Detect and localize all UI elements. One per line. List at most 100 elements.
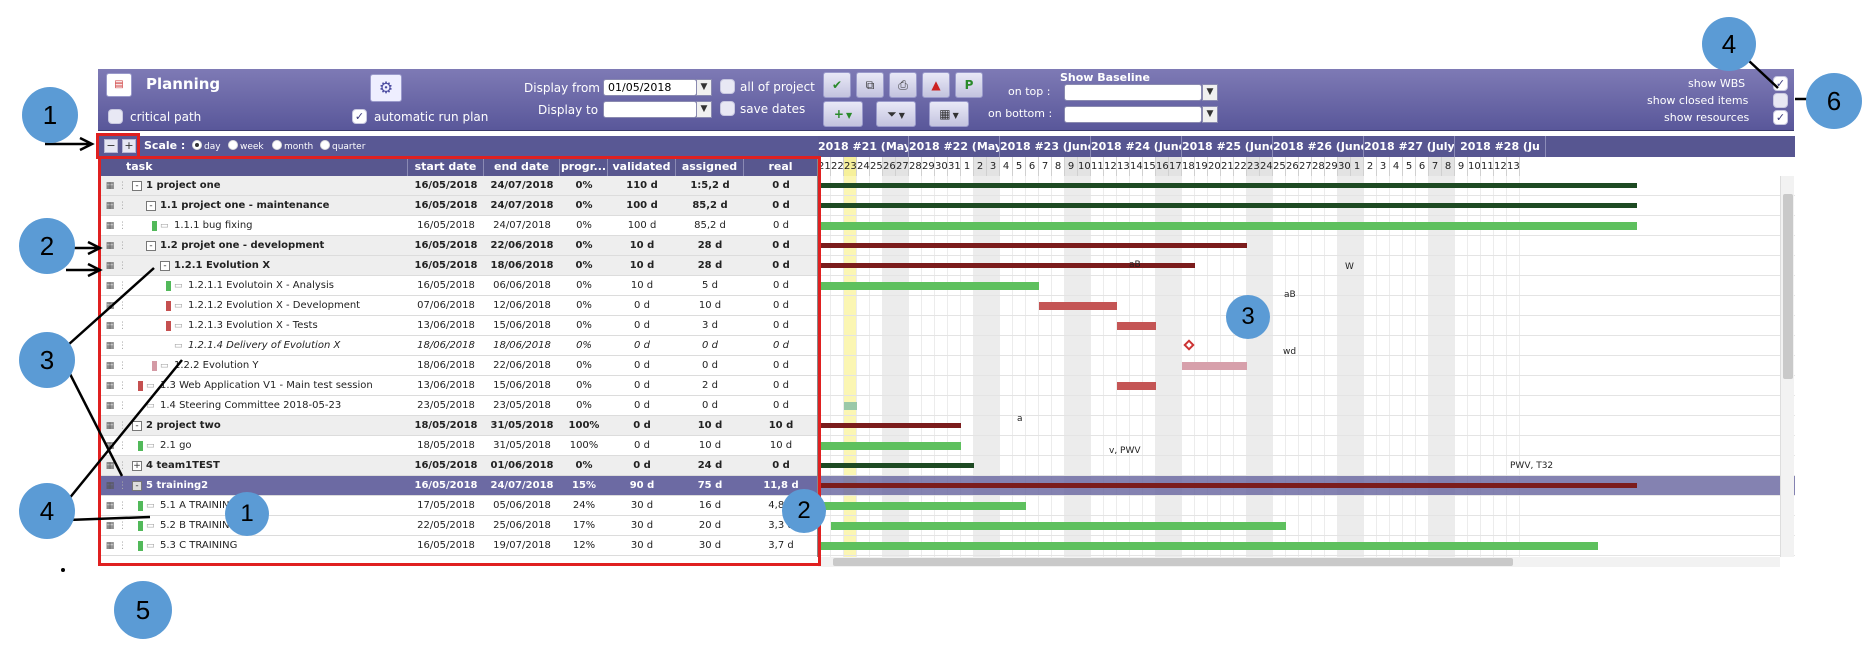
gantt-bar[interactable] <box>831 522 1286 530</box>
gantt-bar[interactable] <box>818 502 1026 510</box>
day-header: 12 <box>1104 157 1117 176</box>
gantt-row <box>818 336 1795 356</box>
annotation-dot <box>61 568 65 572</box>
day-header: 4 <box>1390 157 1403 176</box>
day-header: 8 <box>1052 157 1065 176</box>
day-header: 13 <box>1117 157 1130 176</box>
baseline-on-top-dropdown[interactable]: ▼ <box>1202 84 1218 101</box>
day-header: 16 <box>1156 157 1169 176</box>
baseline-on-top-select[interactable] <box>1064 84 1202 101</box>
gantt-bar[interactable] <box>818 243 1247 248</box>
show-wbs-label: show WBS <box>1688 77 1746 90</box>
week-header-3: 2018 #23 (June) <box>1000 136 1091 157</box>
automatic-run-plan-label: automatic run plan <box>374 110 489 124</box>
day-header: 28 <box>909 157 922 176</box>
day-header: 1 <box>1351 157 1364 176</box>
baseline-on-bottom-select[interactable] <box>1064 106 1202 123</box>
day-header: 5 <box>1403 157 1416 176</box>
day-header: 23 <box>844 157 857 176</box>
columns-menu-icon[interactable]: ▦ ▼ <box>929 101 969 127</box>
show-resources-checkbox[interactable]: ✓ <box>1773 110 1788 125</box>
gantt-bar[interactable] <box>1117 322 1156 330</box>
day-header: 25 <box>870 157 883 176</box>
gantt-row <box>818 316 1795 336</box>
gantt-bar[interactable] <box>818 222 1637 230</box>
gantt-bar[interactable] <box>818 203 1637 208</box>
bar-label: wd <box>1283 347 1297 357</box>
vertical-scroll-thumb[interactable] <box>1783 194 1793 379</box>
day-header: 30 <box>935 157 948 176</box>
gantt-bar[interactable] <box>818 282 1039 290</box>
msproject-export-icon[interactable]: P <box>955 72 983 98</box>
day-header: 9 <box>1455 157 1468 176</box>
print-icon[interactable]: ⎙ <box>889 72 917 98</box>
callout-5: 5 <box>114 581 172 639</box>
gantt-chart: WaB aB wd a v, PWV PWV, T32 <box>818 176 1795 557</box>
day-header: 4 <box>1000 157 1013 176</box>
add-item-menu-icon[interactable]: + ▼ <box>823 101 863 127</box>
gantt-bar[interactable] <box>818 483 1637 488</box>
horizontal-scrollbar[interactable] <box>818 557 1780 567</box>
day-header: 22 <box>1234 157 1247 176</box>
scale-label: Scale : <box>144 139 186 152</box>
scale-option-day[interactable]: day <box>192 140 221 152</box>
display-from-input[interactable]: 01/05/2018 <box>603 79 697 96</box>
callout-3-small: 3 <box>1226 295 1270 339</box>
all-of-project-checkbox[interactable] <box>720 79 735 94</box>
week-header-8: 2018 #28 (Ju <box>1455 136 1546 157</box>
all-of-project-label: all of project <box>740 80 815 94</box>
callout-4: 4 <box>19 483 75 539</box>
save-dates-checkbox[interactable] <box>720 101 735 116</box>
filter-menu-icon[interactable]: ⏷ ▼ <box>876 101 916 127</box>
scale-option-month[interactable]: month <box>272 140 313 152</box>
display-from-dropdown[interactable]: ▼ <box>696 79 712 96</box>
day-header: 30 <box>1338 157 1351 176</box>
gantt-bar[interactable] <box>1039 302 1117 310</box>
gantt-row <box>818 376 1795 396</box>
vertical-scrollbar[interactable] <box>1780 176 1794 557</box>
automatic-run-plan-checkbox[interactable]: ✓ <box>352 109 367 124</box>
gantt-timeline-header: 2018 #21 (May) 2018 #22 (May) 2018 #23 (Ju… <box>818 136 1795 176</box>
bar-label: aB <box>1129 260 1141 270</box>
run-plan-gear-icon[interactable]: ⚙ <box>370 74 402 102</box>
callout-2-small: 2 <box>782 489 826 533</box>
show-wbs-checkbox[interactable]: ✓ <box>1773 76 1788 91</box>
gantt-bar[interactable] <box>818 542 1598 550</box>
gantt-bar[interactable] <box>818 463 974 468</box>
bar-label: v, PWV <box>1109 446 1141 456</box>
scale-bar: − + Scale : day week month quarter <box>98 136 818 157</box>
display-to-dropdown[interactable]: ▼ <box>696 101 712 118</box>
scale-option-week-label: week <box>240 142 264 152</box>
gantt-bar[interactable] <box>818 183 1637 188</box>
pdf-icon[interactable]: ▲ <box>922 72 950 98</box>
callout-1-small: 1 <box>225 492 269 536</box>
gantt-bar[interactable] <box>1117 382 1156 390</box>
baseline-on-bottom-dropdown[interactable]: ▼ <box>1202 106 1218 123</box>
week-header-1: 2018 #21 (May) <box>818 136 909 157</box>
horizontal-scroll-thumb[interactable] <box>833 558 1513 566</box>
callout-2: 2 <box>19 218 75 274</box>
copy-icon[interactable]: ⧉ <box>856 72 884 98</box>
day-header: 22 <box>831 157 844 176</box>
callout-6: 6 <box>1806 73 1862 129</box>
gantt-row <box>818 296 1795 316</box>
calendar-check-icon[interactable]: ✔ <box>823 72 851 98</box>
display-to-input[interactable] <box>603 101 697 118</box>
scale-option-quarter[interactable]: quarter <box>320 140 365 152</box>
day-header: 11 <box>1091 157 1104 176</box>
day-radio-icon <box>192 140 202 150</box>
critical-path-checkbox[interactable] <box>108 109 123 124</box>
day-header: 28 <box>1312 157 1325 176</box>
gantt-bar[interactable] <box>1182 362 1247 370</box>
gantt-row <box>818 436 1795 456</box>
gantt-bar[interactable] <box>844 402 857 410</box>
show-closed-items-checkbox[interactable] <box>1773 93 1788 108</box>
week-radio-icon <box>228 140 238 150</box>
gantt-bar[interactable] <box>818 423 961 428</box>
day-header: 1 <box>961 157 974 176</box>
scale-option-week[interactable]: week <box>228 140 264 152</box>
gantt-bar[interactable] <box>818 442 961 450</box>
day-header: 6 <box>1416 157 1429 176</box>
day-header: 7 <box>1039 157 1052 176</box>
day-header: 3 <box>987 157 1000 176</box>
